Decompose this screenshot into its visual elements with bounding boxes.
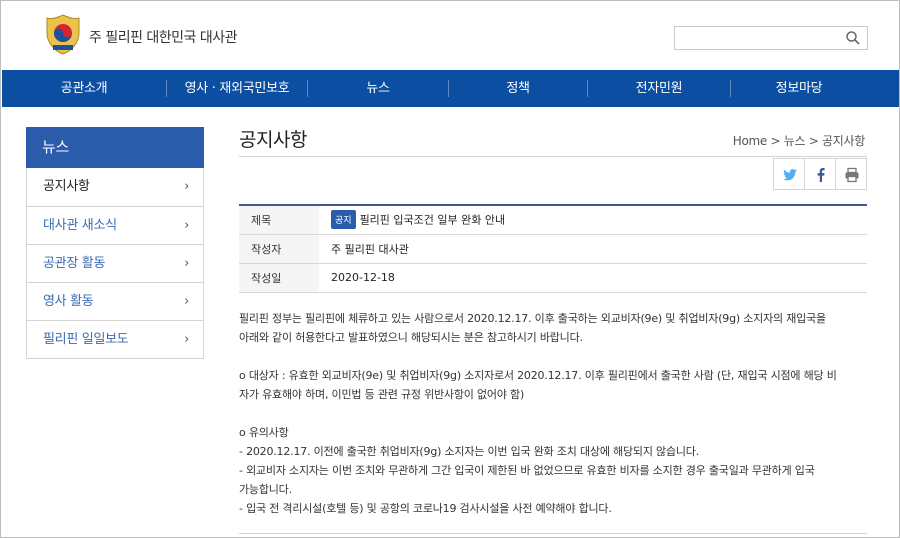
chevron-right-icon: ›	[184, 256, 189, 271]
post-body: 필리핀 정부는 필리핀에 체류하고 있는 사람으로서 2020.12.17. 이…	[239, 309, 869, 518]
body-line: 아래와 같이 허용한다고 발표하였으니 해당되시는 분은 참고하시기 바랍니다.	[239, 331, 583, 344]
nav-item-news[interactable]: 뉴스	[308, 70, 448, 107]
table-row: 제목 공지 필리핀 입국조건 일부 완화 안내	[239, 205, 867, 235]
facebook-icon	[817, 168, 825, 182]
nav-item-e-civil[interactable]: 전자민원	[588, 70, 730, 107]
nav-item-policy[interactable]: 정책	[449, 70, 587, 107]
sidebar-item-ambassador-activity[interactable]: 공관장 활동 ›	[27, 244, 203, 282]
body-line: 필리핀 정부는 필리핀에 체류하고 있는 사람으로서 2020.12.17. 이…	[239, 312, 826, 325]
browser-page: 주 필리핀 대한민국 대사관 공관소개 영사 · 재외국민보호 뉴스 정책 전자…	[0, 0, 900, 538]
date-label: 작성일	[239, 263, 319, 293]
chevron-right-icon: ›	[184, 332, 189, 347]
search-input[interactable]	[675, 27, 835, 49]
divider	[239, 156, 867, 157]
sidebar-item-label: 필리핀 일일보도	[43, 332, 129, 347]
nav-item-consular[interactable]: 영사 · 재외국민보호	[167, 70, 307, 107]
body-line: 가능합니다.	[239, 483, 292, 496]
nav-item-info[interactable]: 정보마당	[731, 70, 867, 107]
sidebar-item-label: 공지사항	[43, 179, 90, 194]
body-line: - 외교비자 소지자는 이번 조치와 무관하게 그간 입국이 제한된 바 없었으…	[239, 464, 815, 477]
print-button[interactable]	[835, 158, 867, 190]
author-label: 작성자	[239, 234, 319, 264]
sidebar-item-notices[interactable]: 공지사항 ›	[27, 168, 203, 206]
breadcrumb: Home > 뉴스 > 공지사항	[732, 134, 866, 148]
divider	[239, 533, 867, 534]
body-line: o 대상자 : 유효한 외교비자(9e) 및 취업비자(9g) 소지자로서 20…	[239, 369, 837, 382]
facebook-share-button[interactable]	[804, 158, 836, 190]
body-line: 자가 유효해야 하며, 이민법 등 관련 규정 위반사항이 없어야 함)	[239, 388, 525, 401]
table-row: 작성자 주 필리핀 대사관	[239, 234, 867, 264]
subject-cell: 공지 필리핀 입국조건 일부 완화 안내	[319, 205, 867, 235]
body-line: o 유의사항	[239, 426, 289, 439]
chevron-right-icon: ›	[184, 179, 189, 194]
sidebar-item-consular-activity[interactable]: 영사 활동 ›	[27, 282, 203, 320]
post-subject: 필리핀 입국조건 일부 완화 안내	[359, 213, 506, 227]
sidebar-title: 뉴스	[26, 127, 204, 168]
twitter-icon	[783, 169, 797, 181]
site-header: 주 필리핀 대한민국 대사관	[1, 1, 899, 69]
body-line: - 2020.12.17. 이전에 출국한 취업비자(9g) 소지자는 이번 입…	[239, 445, 700, 458]
embassy-emblem-logo[interactable]	[45, 13, 81, 55]
table-row: 작성일 2020-12-18	[239, 263, 867, 293]
post-info-table: 제목 공지 필리핀 입국조건 일부 완화 안내 작성자 주 필리핀 대사관 작성일…	[239, 204, 867, 293]
chevron-right-icon: ›	[184, 218, 189, 233]
twitter-share-button[interactable]	[773, 158, 805, 190]
search-box	[674, 26, 868, 50]
search-icon[interactable]	[845, 30, 861, 46]
sidebar-menu: 공지사항 › 대사관 새소식 › 공관장 활동 › 영사 활동 › 필리핀 일일…	[26, 168, 204, 359]
sidebar-item-label: 영사 활동	[43, 294, 94, 309]
sidebar-item-embassy-news[interactable]: 대사관 새소식 ›	[27, 206, 203, 244]
post-author: 주 필리핀 대사관	[319, 234, 867, 264]
chevron-right-icon: ›	[184, 294, 189, 309]
notice-badge: 공지	[331, 210, 356, 230]
nav-item-about[interactable]: 공관소개	[2, 70, 166, 107]
sidebar-item-label: 대사관 새소식	[43, 218, 117, 233]
sidebar-item-daily-report[interactable]: 필리핀 일일보도 ›	[27, 320, 203, 358]
print-icon	[845, 167, 859, 183]
main-nav: 공관소개 영사 · 재외국민보호 뉴스 정책 전자민원 정보마당	[2, 70, 899, 107]
page-title: 공지사항	[239, 129, 307, 151]
site-title[interactable]: 주 필리핀 대한민국 대사관	[89, 27, 238, 47]
sidebar-item-label: 공관장 활동	[43, 256, 106, 271]
post-date: 2020-12-18	[319, 263, 867, 293]
body-line: - 입국 전 격리시설(호텔 등) 및 공항의 코로나19 검사시설을 사전 예…	[239, 502, 612, 515]
subject-label: 제목	[239, 205, 319, 235]
